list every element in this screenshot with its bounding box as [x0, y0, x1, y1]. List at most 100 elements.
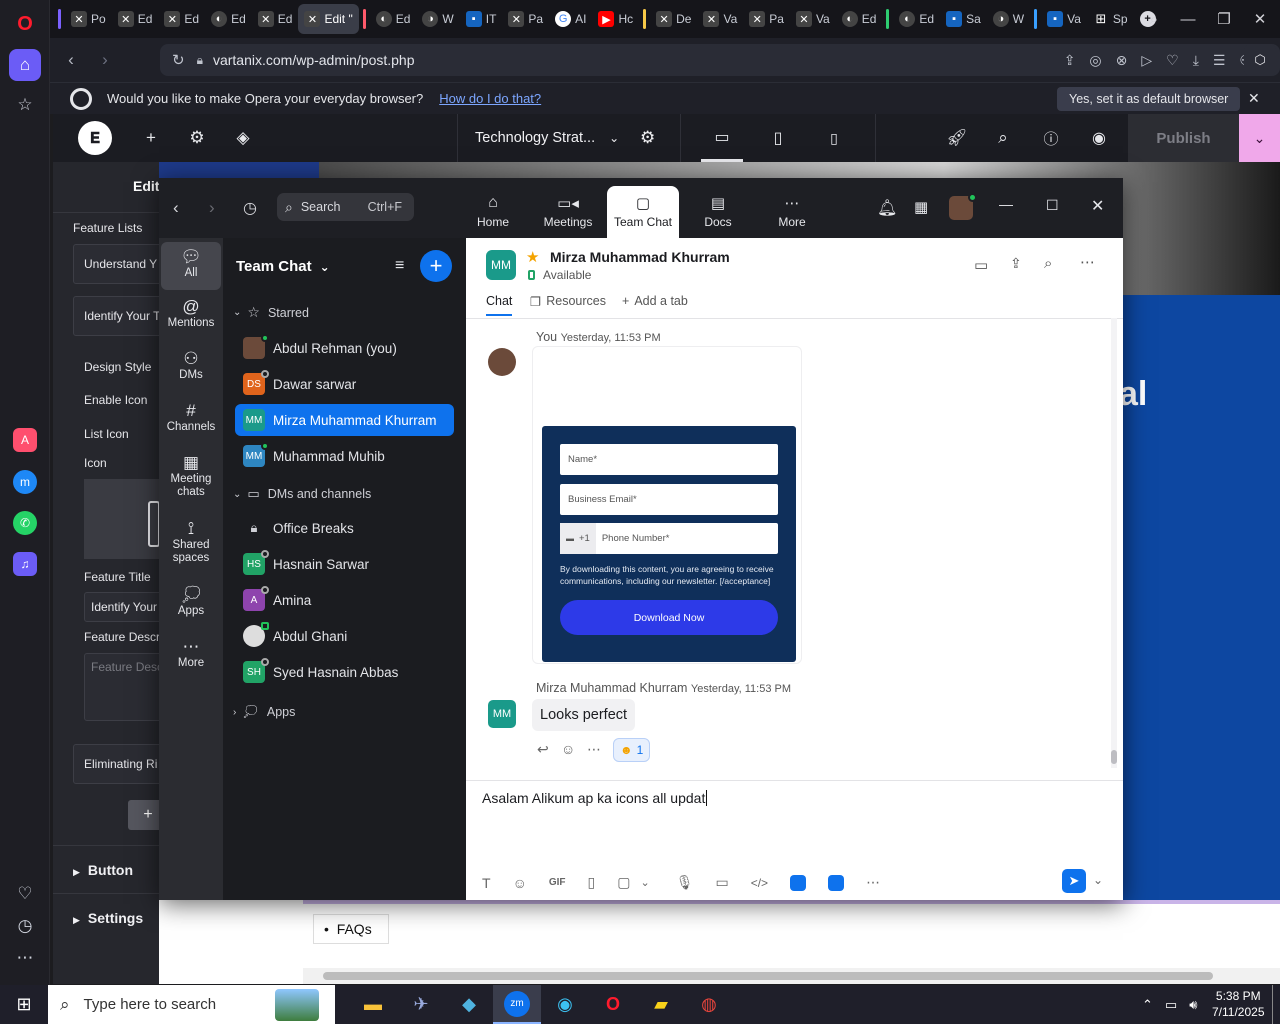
add-item-button[interactable]: + — [128, 800, 159, 830]
opera-icon[interactable]: O — [589, 985, 637, 1024]
tablet-view-icon[interactable]: ▯ — [757, 114, 799, 162]
help-icon[interactable]: ⓘ — [1031, 114, 1071, 162]
tab-11[interactable]: G AI — [549, 4, 592, 34]
add-element-icon[interactable]: + — [128, 114, 174, 162]
faqs-tab[interactable]: • FAQs — [313, 914, 389, 944]
zoom-taskbar-icon[interactable]: zm — [493, 985, 541, 1024]
video-call-icon[interactable]: ▭ — [974, 256, 988, 274]
tab-18[interactable]: ◐ Ed — [893, 4, 940, 34]
apps-section[interactable]: › 💭︎ Apps — [233, 704, 295, 720]
tab-14[interactable]: ✕ Va — [697, 4, 743, 34]
prompt-link[interactable]: How do I do that? — [439, 91, 541, 106]
calendar-icon[interactable]: ▦ — [914, 198, 928, 216]
home-icon[interactable]: ⌂ — [9, 49, 41, 81]
contact-avatar[interactable]: MM — [486, 250, 516, 280]
windows-start-icon[interactable]: ⊞ — [0, 985, 48, 1024]
back-icon[interactable]: ‹ — [54, 50, 88, 70]
more-icon[interactable]: ⋯ — [9, 942, 41, 974]
nav-more[interactable]: ⋯ More — [769, 194, 815, 229]
document-title[interactable]: Technology Strat... ⌄ ⚙ — [457, 114, 681, 162]
list-item[interactable]: DS Dawar sarwar — [235, 368, 454, 400]
elementor-logo-icon[interactable]: 𝐄 — [78, 121, 112, 155]
feature-title-input[interactable]: Identify Your — [84, 592, 159, 622]
nav-team-chat[interactable]: ▢ Team Chat — [607, 186, 679, 238]
list-item[interactable]: Abdul Ghani — [235, 620, 454, 652]
toolbar-icons[interactable]: ⇪◎⊗▷♡⤓☰⚇ — [1064, 52, 1266, 69]
message-composer[interactable]: Asalam Alikum ap ka icons all updat — [482, 790, 708, 806]
chevron-up-icon[interactable]: ⌃ — [1142, 997, 1153, 1013]
emoji-react-icon[interactable]: ☺ — [561, 741, 575, 757]
tab-5[interactable]: ✕ Ed — [252, 4, 299, 34]
rail-dms[interactable]: ⚇ DMs — [161, 350, 221, 382]
app-icon[interactable]: ◆ — [445, 985, 493, 1024]
tab-10[interactable]: ✕ Pa — [502, 4, 549, 34]
list-item[interactable]: SH Syed Hasnain Abbas — [235, 656, 454, 688]
player-icon[interactable]: ♫ — [13, 552, 37, 576]
more-options-icon[interactable]: ⋯ — [1080, 253, 1095, 271]
send-button[interactable]: ➤ — [1062, 869, 1086, 893]
close-icon[interactable]: ✕ — [1248, 90, 1260, 107]
search-input[interactable]: ⌕ Search Ctrl+F — [277, 193, 414, 221]
nav-home[interactable]: ⌂ Home — [470, 194, 516, 229]
mobile-view-icon[interactable]: ▯ — [813, 114, 855, 162]
tab-12[interactable]: ▶ Hc — [592, 4, 639, 34]
messenger-icon[interactable]: m — [13, 470, 37, 494]
microphone-icon[interactable]: 🎙︎ — [676, 874, 694, 891]
avatar[interactable] — [488, 348, 516, 376]
volume-icon[interactable]: 🔊︎ — [1189, 997, 1197, 1013]
new-chat-button[interactable]: + — [420, 250, 452, 282]
send-options-chevron-icon[interactable]: ⌄ — [1093, 873, 1103, 887]
site-settings-icon[interactable]: ⚙︎ — [174, 114, 220, 162]
tab-15[interactable]: ✕ Pa — [743, 4, 790, 34]
list-item[interactable]: MM Muhammad Muhib — [235, 440, 454, 472]
more-icon[interactable]: ⋯ — [866, 874, 880, 891]
emoji-icon[interactable]: ☺ — [513, 875, 527, 891]
restore-icon[interactable]: ❐ — [1206, 0, 1242, 38]
list-item[interactable]: A Amina — [235, 584, 454, 616]
aria-icon[interactable]: A — [13, 428, 37, 452]
minimize-icon[interactable]: — — [999, 196, 1013, 212]
filter-icon[interactable]: ≡ — [395, 257, 404, 275]
tab-resources[interactable]: ❐ Resources — [530, 294, 606, 309]
app-icon[interactable]: ✈ — [397, 985, 445, 1024]
chevron-down-icon[interactable]: ⌄ — [640, 876, 649, 889]
button-section[interactable]: ▶ Button — [73, 862, 133, 878]
whatsapp-icon[interactable]: ✆ — [13, 511, 37, 535]
rail-all[interactable]: 💬︎ All — [161, 242, 221, 290]
list-item[interactable]: HS Hasnain Sarwar — [235, 548, 454, 580]
horizontal-scrollbar[interactable] — [303, 968, 1280, 984]
contact-name[interactable]: Mirza Muhammad Khurram — [550, 249, 730, 265]
repeater-item-understand[interactable]: Understand Y — [73, 244, 159, 284]
tab-19[interactable]: ▪ Sa — [940, 4, 987, 34]
rail-shared-spaces[interactable]: ⟟ Shared spaces — [161, 520, 221, 565]
image-attachment[interactable]: Name* Business Email* ▬ +1 Phone Number* B… — [532, 346, 802, 664]
scrollbar-thumb[interactable] — [1111, 750, 1117, 764]
list-item-selected[interactable]: MM Mirza Muhammad Khurram — [235, 404, 454, 436]
tab-17[interactable]: ◐ Ed — [836, 4, 883, 34]
publish-button[interactable]: Publish — [1128, 114, 1239, 162]
tab-16[interactable]: ✕ Va — [790, 4, 836, 34]
search-icon[interactable]: ⌕ — [1044, 255, 1052, 272]
history-icon[interactable]: ◷ — [243, 198, 257, 218]
avatar[interactable]: MM — [488, 700, 516, 728]
feature-description-textarea[interactable]: Feature Desc — [84, 653, 159, 721]
chrome-icon[interactable]: ◍ — [685, 985, 733, 1024]
video-message-icon[interactable]: ▭ — [715, 874, 728, 891]
message-bubble[interactable]: Looks perfect — [532, 699, 636, 731]
history-icon[interactable]: ◷ — [9, 910, 41, 942]
share-screen-icon[interactable]: ⇪ — [1010, 255, 1022, 272]
tab-7[interactable]: ◐ Ed — [370, 4, 417, 34]
clock[interactable]: 5:38 PM 7/11/2025 — [1212, 988, 1265, 1020]
app-icon[interactable] — [828, 874, 845, 891]
close-window-icon[interactable]: ✕ — [1242, 0, 1278, 38]
list-item[interactable]: 🔒︎ Office Breaks — [235, 512, 454, 544]
reply-icon[interactable]: ↩ — [537, 741, 549, 758]
repeater-item-identify[interactable]: Identify Your T — [73, 296, 159, 336]
reload-icon[interactable]: ↻ — [172, 51, 185, 69]
tab-8[interactable]: ◑ W — [416, 4, 459, 34]
extensions-icon[interactable]: ⬡ — [1244, 44, 1276, 76]
code-icon[interactable]: </> — [751, 876, 768, 890]
whats-new-icon[interactable]: 🚀︎ — [937, 114, 977, 162]
structure-icon[interactable]: ◈ — [220, 114, 266, 162]
url-field[interactable]: ↻ 🔒︎ vartanix.com/wp-admin/post.php ⇪◎⊗▷… — [160, 44, 1280, 76]
